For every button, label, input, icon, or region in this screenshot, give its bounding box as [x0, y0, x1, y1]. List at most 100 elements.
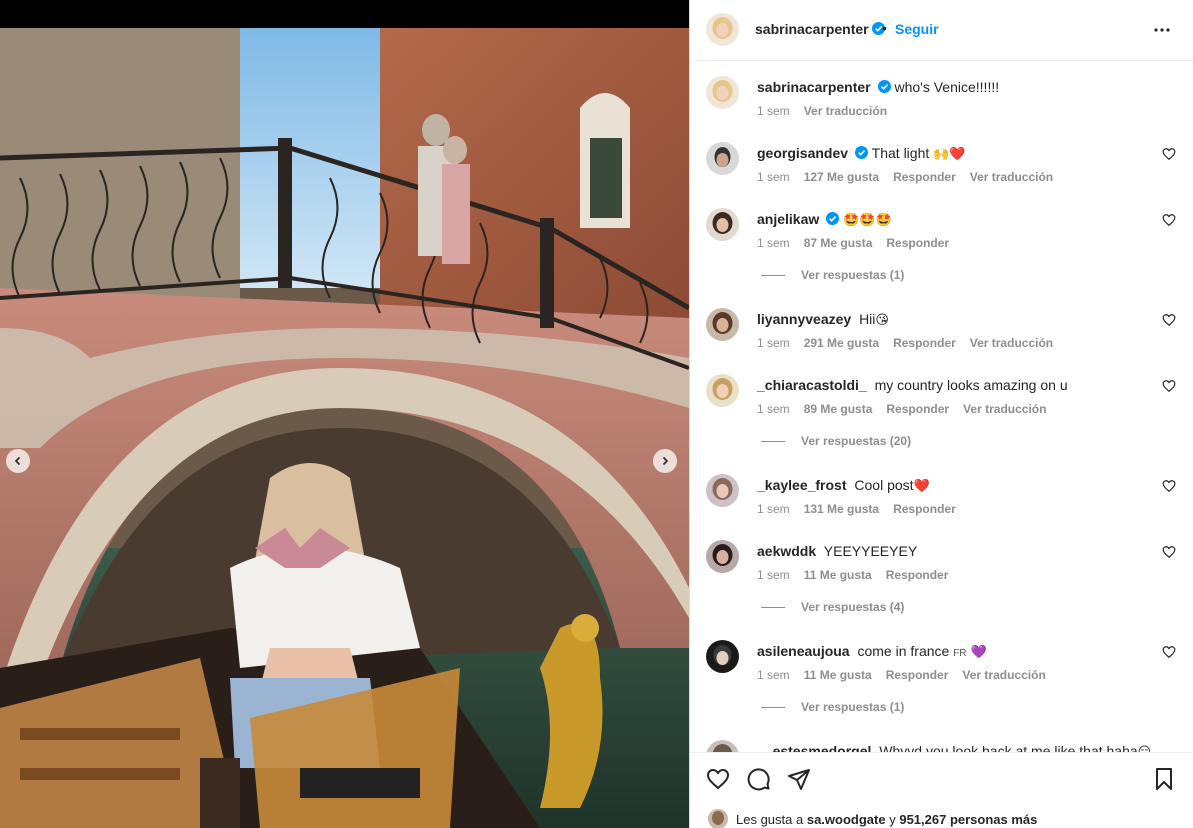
commenter-avatar[interactable]	[706, 640, 739, 673]
comment-body: georgisandev That light 🙌❤️	[757, 144, 1157, 164]
comment-likes[interactable]: 127 Me gusta	[804, 170, 879, 184]
heart-icon[interactable]	[1162, 213, 1176, 227]
translate-link[interactable]: Ver traducción	[963, 402, 1046, 416]
commenter-avatar[interactable]	[706, 374, 739, 407]
comment-emoji: 💜	[970, 645, 987, 660]
verified-badge-icon	[826, 212, 840, 225]
comment-time: 1 sem	[757, 402, 790, 416]
commenter-username[interactable]: aekwddk	[757, 543, 816, 559]
heart-icon[interactable]	[1162, 147, 1176, 161]
commenter-avatar[interactable]	[706, 208, 739, 241]
comment-body: __estesmedorgel Whyyd you look back at m…	[757, 742, 1157, 752]
author-avatar[interactable]	[706, 13, 739, 46]
comments-list[interactable]: sabrinacarpenter who's Venice!!!!!! 1 se…	[690, 62, 1193, 752]
comment-likes[interactable]: 89 Me gusta	[804, 402, 873, 416]
liker-username[interactable]: sa.woodgate	[807, 812, 886, 827]
comment-text: Whyyd you look back at me like that haha	[879, 743, 1138, 752]
translate-link[interactable]: Ver traducción	[970, 336, 1053, 350]
commenter-avatar[interactable]	[706, 308, 739, 341]
action-bar: Les gusta a sa.woodgate y 951,267 person…	[690, 752, 1193, 828]
share-icon[interactable]	[787, 767, 811, 791]
comment-time: 1 sem	[757, 170, 790, 184]
heart-icon[interactable]	[1162, 645, 1176, 659]
author-name-link[interactable]: sabrinacarpenter	[755, 21, 885, 37]
comment-body: _kaylee_frost Cool post❤️	[757, 476, 1157, 496]
caption-time: 1 sem	[757, 104, 790, 118]
comment-text: my country looks amazing on u	[874, 377, 1068, 393]
heart-icon[interactable]	[1162, 313, 1176, 327]
reply-button[interactable]: Responder	[893, 336, 956, 350]
translate-link[interactable]: Ver traducción	[962, 668, 1045, 682]
comment-time: 1 sem	[757, 668, 790, 682]
comment-body: anjelikaw 🤩🤩🤩	[757, 210, 1157, 230]
comment-emoji: 😘	[875, 313, 889, 328]
follow-button[interactable]: Seguir	[895, 21, 939, 37]
caption-username[interactable]: sabrinacarpenter	[757, 79, 871, 95]
comment-time: 1 sem	[757, 236, 790, 250]
reply-button[interactable]: Responder	[886, 402, 949, 416]
post-photo	[0, 28, 689, 828]
commenter-username[interactable]: anjelikaw	[757, 211, 819, 227]
next-photo-button[interactable]	[653, 449, 677, 473]
comment-text: That light	[871, 145, 930, 161]
comment-body: asileneaujoua come in france FR 💜	[757, 642, 1157, 663]
reply-button[interactable]: Responder	[886, 668, 949, 682]
comment-likes[interactable]: 11 Me gusta	[804, 568, 872, 582]
verified-badge-icon	[877, 80, 891, 93]
commenter-avatar[interactable]	[706, 740, 739, 752]
comment-icon[interactable]	[747, 767, 771, 791]
caption-body: sabrinacarpenter who's Venice!!!!!!	[757, 78, 1157, 96]
comment-body: liyannyveazey Hii😘	[757, 310, 1157, 330]
comment-text: YEEYYEEYEY	[823, 543, 918, 559]
comment-meta: 1 sem 291 Me gusta Responder Ver traducción	[757, 336, 1067, 350]
more-options-icon[interactable]	[1150, 18, 1174, 42]
comment-time: 1 sem	[757, 336, 790, 350]
commenter-username[interactable]: liyannyveazey	[757, 311, 851, 327]
commenter-username[interactable]: georgisandev	[757, 145, 848, 161]
prev-photo-button[interactable]	[6, 449, 30, 473]
chevron-left-icon	[14, 456, 21, 466]
caption-meta: 1 sem Ver traducción	[757, 104, 901, 118]
heart-icon[interactable]	[1162, 545, 1176, 559]
reply-button[interactable]: Responder	[886, 236, 949, 250]
like-heart-icon[interactable]	[706, 767, 730, 791]
heart-icon[interactable]	[1162, 379, 1176, 393]
heart-icon[interactable]	[1162, 479, 1176, 493]
comment-likes[interactable]: 11 Me gusta	[804, 668, 872, 682]
comment-meta: 1 sem 131 Me gusta Responder	[757, 502, 970, 516]
commenter-username[interactable]: _kaylee_frost	[757, 477, 847, 493]
reply-button[interactable]: Responder	[893, 502, 956, 516]
caption-text: who's Venice!!!!!!	[894, 79, 1000, 95]
view-replies-button[interactable]: Ver respuestas (4)	[761, 600, 904, 614]
comment-likes[interactable]: 87 Me gusta	[804, 236, 873, 250]
reply-button[interactable]: Responder	[886, 568, 949, 582]
comment-emoji: ❤️	[913, 479, 930, 494]
comment-body: _chiaracastoldi_ my country looks amazin…	[757, 376, 1157, 394]
commenter-username[interactable]: _chiaracastoldi_	[757, 377, 867, 393]
bookmark-icon[interactable]	[1152, 767, 1176, 791]
comment-likes[interactable]: 291 Me gusta	[804, 336, 879, 350]
verified-badge-icon	[855, 146, 869, 159]
comment-text: Hii	[859, 311, 876, 327]
separator-dot: •	[882, 20, 887, 36]
reply-button[interactable]: Responder	[893, 170, 956, 184]
commenter-avatar[interactable]	[706, 142, 739, 175]
likes-prefix: Les gusta a	[736, 811, 804, 827]
view-replies-button[interactable]: Ver respuestas (1)	[761, 268, 904, 282]
comment-likes[interactable]: 131 Me gusta	[804, 502, 879, 516]
translate-link[interactable]: Ver traducción	[970, 170, 1053, 184]
likes-count[interactable]: 951,267 personas más	[899, 812, 1037, 827]
view-replies-button[interactable]: Ver respuestas (1)	[761, 700, 904, 714]
commenter-avatar[interactable]	[706, 474, 739, 507]
translate-link[interactable]: Ver traducción	[804, 104, 887, 118]
likes-joiner: y	[889, 811, 896, 827]
chevron-right-icon	[662, 456, 669, 466]
commenter-avatar[interactable]	[706, 540, 739, 573]
liker-avatar[interactable]	[708, 809, 728, 828]
commenter-username[interactable]: asileneaujoua	[757, 643, 850, 659]
author-username[interactable]: sabrinacarpenter	[755, 21, 869, 37]
author-avatar[interactable]	[706, 76, 739, 109]
view-replies-button[interactable]: Ver respuestas (20)	[761, 434, 911, 448]
commenter-username[interactable]: __estesmedorgel	[757, 743, 871, 752]
comment-time: 1 sem	[757, 502, 790, 516]
